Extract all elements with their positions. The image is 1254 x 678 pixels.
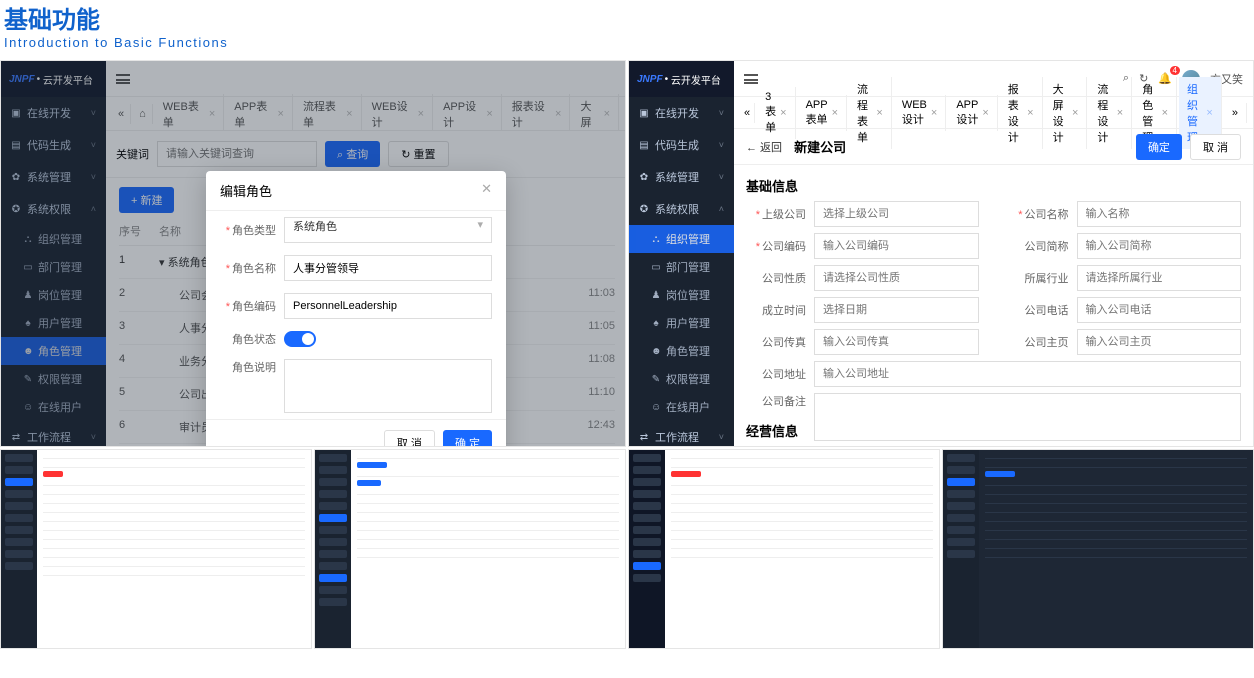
industry-input[interactable] xyxy=(1077,265,1242,291)
ok-button[interactable]: 确 定 xyxy=(443,430,492,447)
thumb-2 xyxy=(314,449,626,649)
field-label: 公司地址 xyxy=(746,366,806,382)
edit-role-dialog: 编辑角色 ✕ *角色类型 系统角色 ▾ *角色名称 *角色编码 角色状态 角色说… xyxy=(206,171,506,447)
field-label: 公司传真 xyxy=(746,334,806,350)
field-label: 公司性质 xyxy=(746,270,806,286)
tab[interactable]: APP设计× xyxy=(948,95,997,131)
role-name-label: 角色名称 xyxy=(232,263,276,275)
tab-nav-right[interactable]: » xyxy=(1224,103,1247,123)
logo-accent: JNPF xyxy=(637,74,663,85)
sidebar-item[interactable]: ▤代码生成˅ xyxy=(629,129,734,161)
role-type-label: 角色类型 xyxy=(232,225,276,237)
role-code-label: 角色编码 xyxy=(232,301,276,313)
sidebar-subitem[interactable]: ⛬组织管理 xyxy=(629,225,734,253)
dialog-title: 编辑角色 xyxy=(220,181,272,200)
role-status-label: 角色状态 xyxy=(232,334,276,346)
thumb-1 xyxy=(0,449,312,649)
code-input[interactable] xyxy=(814,233,979,259)
field-label: *公司名称 xyxy=(1009,206,1069,222)
page-title: 新建公司 xyxy=(794,137,846,156)
logo-text: 云开发平台 xyxy=(671,72,721,87)
role-status-toggle[interactable] xyxy=(284,331,316,347)
role-name-input[interactable] xyxy=(284,255,492,281)
site-input[interactable] xyxy=(1077,329,1242,355)
sidebar-subitem[interactable]: ♠用户管理 xyxy=(629,309,734,337)
field-label: 成立时间 xyxy=(746,302,806,318)
role-type-select[interactable]: 系统角色 ▾ xyxy=(284,217,492,243)
screenshot-role-edit: JNPF • 云开发平台 ▣在线开发˅▤代码生成˅✿系统管理˅✪系统权限˄⛬组织… xyxy=(0,60,626,447)
ok-button[interactable]: 确定 xyxy=(1136,134,1182,160)
phone-input[interactable] xyxy=(1077,297,1242,323)
section-basic: 基础信息 xyxy=(746,176,798,195)
back-link[interactable]: ← 返回 xyxy=(746,139,782,155)
section-business: 经营信息 xyxy=(746,421,798,440)
cancel-button[interactable]: 取 消 xyxy=(1190,134,1241,160)
cancel-button[interactable]: 取 消 xyxy=(384,430,435,447)
field-label: 公司主页 xyxy=(1009,334,1069,350)
addr-input[interactable] xyxy=(814,361,1241,387)
sidebar-item[interactable]: ✿系统管理˅ xyxy=(629,161,734,193)
sidebar-item[interactable]: ▣在线开发˅ xyxy=(629,97,734,129)
field-label: *公司编码 xyxy=(746,238,806,254)
nature-input[interactable] xyxy=(814,265,979,291)
tab[interactable]: WEB设计× xyxy=(894,95,947,131)
founded-input[interactable] xyxy=(814,297,979,323)
menu-icon[interactable] xyxy=(744,74,758,84)
role-desc-label: 角色说明 xyxy=(232,362,276,374)
fax-input[interactable] xyxy=(814,329,979,355)
remark-textarea[interactable] xyxy=(814,393,1241,441)
tab-bar: « 3表单×APP表单×流程表单×WEB设计×APP设计×报表设计×大屏设计×流… xyxy=(734,97,1253,129)
name-input[interactable] xyxy=(1077,201,1242,227)
field-label: *上级公司 xyxy=(746,206,806,222)
sidebar: JNPF • 云开发平台 ▣在线开发˅▤代码生成˅✿系统管理˅✪系统权限˄⛬组织… xyxy=(629,61,734,446)
logo: JNPF • 云开发平台 xyxy=(629,61,734,97)
tab-nav-left[interactable]: « xyxy=(740,103,755,123)
sidebar-subitem[interactable]: ✎权限管理 xyxy=(629,365,734,393)
thumb-4 xyxy=(942,449,1254,649)
field-label: 公司简称 xyxy=(1009,238,1069,254)
short-input[interactable] xyxy=(1077,233,1242,259)
sidebar-subitem[interactable]: ▭部门管理 xyxy=(629,253,734,281)
logo-sep: • xyxy=(665,74,669,85)
page-heading-zh: 基础功能 xyxy=(4,0,1250,35)
sidebar-subitem[interactable]: ♟岗位管理 xyxy=(629,281,734,309)
thumb-3 xyxy=(628,449,940,649)
tab[interactable]: APP表单× xyxy=(798,95,847,131)
field-label: 公司备注 xyxy=(746,393,806,409)
page-heading-en: Introduction to Basic Functions xyxy=(4,35,1250,50)
sidebar-item[interactable]: ✪系统权限˄ xyxy=(629,193,734,225)
field-label: 所属行业 xyxy=(1009,270,1069,286)
role-desc-textarea[interactable] xyxy=(284,359,492,413)
role-code-input[interactable] xyxy=(284,293,492,319)
sidebar-subitem[interactable]: ☻角色管理 xyxy=(629,337,734,365)
field-label: 公司电话 xyxy=(1009,302,1069,318)
screenshot-org-create: JNPF • 云开发平台 ▣在线开发˅▤代码生成˅✿系统管理˅✪系统权限˄⛬组织… xyxy=(628,60,1254,447)
sidebar-subitem[interactable]: ☺在线用户 xyxy=(629,393,734,421)
sidebar-item[interactable]: ⇄工作流程˅ xyxy=(629,421,734,447)
close-icon[interactable]: ✕ xyxy=(481,181,492,200)
parent-input[interactable] xyxy=(814,201,979,227)
